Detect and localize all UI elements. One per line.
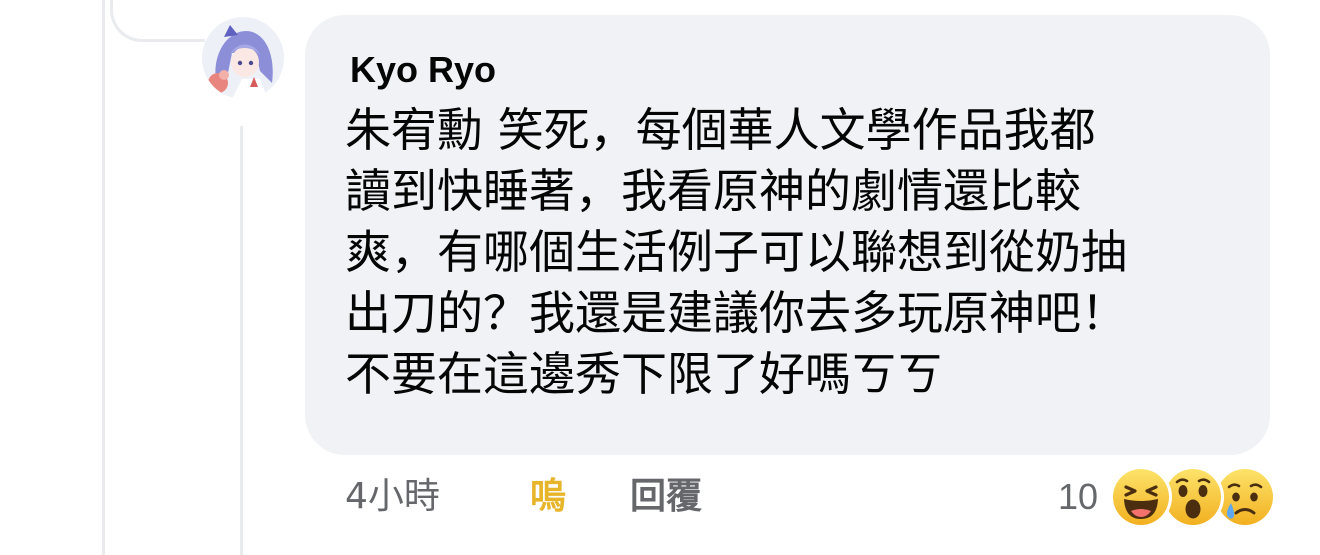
reply-thread-line bbox=[240, 126, 243, 555]
comment-text-line: 出刀的？我還是建議你去多玩原神吧！ bbox=[345, 286, 1127, 340]
thread-connector-curve bbox=[110, 0, 205, 42]
comment-text-line: 爽，有哪個生活例子可以聯想到從奶抽 bbox=[345, 225, 1127, 279]
comment-timestamp[interactable]: 4小時 bbox=[345, 472, 440, 522]
comment-author-name[interactable]: Kyo Ryo bbox=[350, 48, 496, 92]
haha-reaction-icon bbox=[1110, 466, 1172, 528]
reaction-count[interactable]: 10 bbox=[1058, 472, 1098, 522]
comment-text-line: 朱宥勳 笑死，每個華人文學作品我都 bbox=[345, 103, 1096, 157]
comment-text: 朱宥勳 笑死，每個華人文學作品我都 讀到快睡著，我看原神的劇情還比較 爽，有哪個… bbox=[345, 100, 1245, 405]
avatar[interactable] bbox=[202, 17, 284, 99]
react-button[interactable]: 嗚 bbox=[530, 472, 566, 522]
avatar-image bbox=[202, 17, 284, 99]
comment-text-line: 讀到快睡著，我看原神的劇情還比較 bbox=[345, 164, 1081, 218]
comment-text-line: 不要在這邊秀下限了好嗎ㄎㄎ bbox=[345, 347, 943, 401]
thread-connector-line bbox=[102, 0, 105, 555]
reply-button[interactable]: 回覆 bbox=[630, 472, 702, 522]
reaction-icons[interactable] bbox=[1110, 466, 1290, 528]
